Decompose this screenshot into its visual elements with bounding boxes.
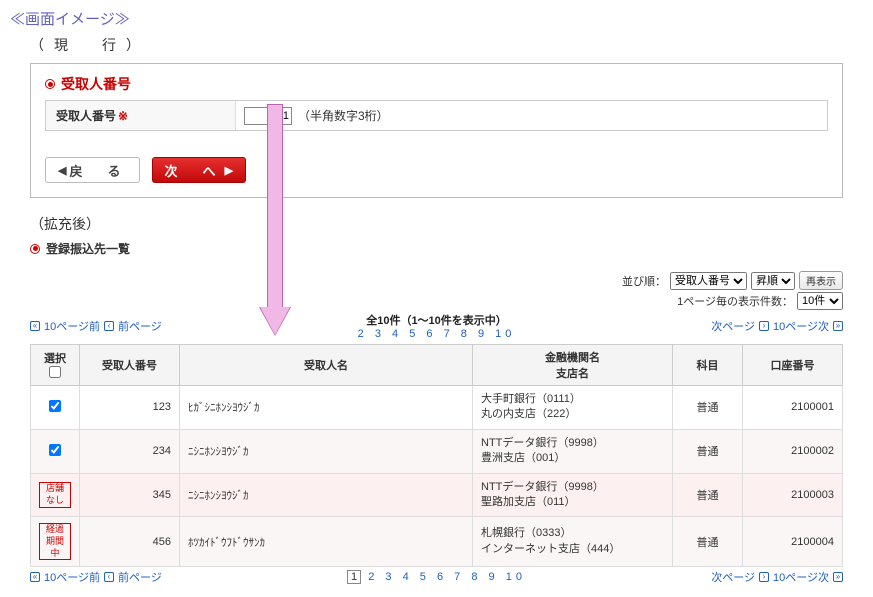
page-link[interactable]: 9: [489, 571, 499, 583]
col-name: 受取人名: [180, 345, 473, 386]
sort-order-select[interactable]: 昇順: [751, 272, 795, 290]
table-row: 経過期間中 456ﾎﾂｶｲﾄﾞｳﾌﾄﾞｳｻﾝｶ札幌銀行（0333）インターネット支…: [31, 517, 843, 567]
next10-link[interactable]: 10ページ次: [773, 569, 829, 585]
next-page-icon[interactable]: ›: [759, 572, 769, 582]
cell-bank: 大手町銀行（0111）丸の内支店（222）: [473, 386, 673, 430]
page-link[interactable]: 6: [426, 328, 436, 340]
radio-icon: [30, 244, 40, 254]
prev10-link[interactable]: 10ページ前: [44, 318, 100, 334]
cell-type: 普通: [673, 473, 743, 517]
subtitle-after: （拡充後）: [30, 214, 863, 234]
subtitle-current: （現 行）: [30, 35, 863, 55]
prev-link[interactable]: 前ページ: [118, 569, 162, 585]
recipients-table: 選択 受取人番号 受取人名 金融機関名 支店名 科目 口座番号 123ﾋｶﾞｼﾆ…: [30, 344, 843, 567]
page-title: ≪画面イメージ≫: [10, 8, 863, 29]
cell-type: 普通: [673, 517, 743, 567]
page-link[interactable]: 9: [478, 328, 488, 340]
prev-link[interactable]: 前ページ: [118, 318, 162, 334]
next-page-icon[interactable]: ›: [759, 321, 769, 331]
page-link[interactable]: 7: [454, 571, 464, 583]
reshow-button[interactable]: 再表示: [799, 271, 843, 290]
section-label: 受取人番号: [61, 74, 131, 94]
perpage-label: 1ページ毎の表示件数：: [677, 293, 793, 309]
cell-number: 234: [80, 429, 180, 473]
page-link[interactable]: 4: [403, 571, 413, 583]
cell-account: 2100002: [743, 429, 843, 473]
next-link[interactable]: 次ページ: [711, 318, 755, 334]
cell-type: 普通: [673, 429, 743, 473]
select-all-checkbox[interactable]: [49, 366, 61, 378]
cell-name: ﾎﾂｶｲﾄﾞｳﾌﾄﾞｳｻﾝｶ: [180, 517, 473, 567]
page-link[interactable]: 7: [444, 328, 454, 340]
cell-bank: 札幌銀行（0333）インターネット支店（444）: [473, 517, 673, 567]
cell-bank: NTTデータ銀行（9998）聖路加支店（011）: [473, 473, 673, 517]
arrow-right-icon: ▶: [222, 164, 234, 177]
col-select: 選択: [31, 345, 80, 386]
cell-account: 2100003: [743, 473, 843, 517]
cell-account: 2100004: [743, 517, 843, 567]
recipient-number-input[interactable]: [244, 107, 292, 125]
page-link[interactable]: 2: [358, 328, 368, 340]
sort-label: 並び順：: [622, 273, 666, 289]
prev-page-icon[interactable]: ‹: [104, 572, 114, 582]
page-link[interactable]: 3: [385, 571, 395, 583]
sort-field-select[interactable]: 受取人番号: [670, 272, 747, 290]
page-link[interactable]: 6: [437, 571, 447, 583]
prev10-link[interactable]: 10ページ前: [44, 569, 100, 585]
last-page-icon[interactable]: »: [833, 572, 843, 582]
page-link[interactable]: 8: [471, 571, 481, 583]
col-number: 受取人番号: [80, 345, 180, 386]
cell-bank: NTTデータ銀行（9998）豊洲支店（001）: [473, 429, 673, 473]
page-link[interactable]: 1: [347, 570, 361, 584]
required-mark: ※: [118, 109, 128, 123]
page-link[interactable]: 10: [495, 328, 515, 340]
page-link[interactable]: 8: [461, 328, 471, 340]
col-type: 科目: [673, 345, 743, 386]
next10-link[interactable]: 10ページ次: [773, 318, 829, 334]
radio-icon: [45, 79, 55, 89]
cell-account: 2100001: [743, 386, 843, 430]
row-checkbox[interactable]: [49, 444, 61, 456]
row-checkbox[interactable]: [49, 400, 61, 412]
list-heading: 登録振込先一覧: [46, 240, 130, 257]
input-hint: （半角数字3桁）: [298, 107, 389, 124]
col-bank: 金融機関名 支店名: [473, 345, 673, 386]
page-link[interactable]: 3: [375, 328, 385, 340]
first-page-icon[interactable]: «: [30, 572, 40, 582]
cell-number: 123: [80, 386, 180, 430]
first-page-icon[interactable]: «: [30, 321, 40, 331]
panel-current: 受取人番号 受取人番号※ （半角数字3桁） ◀ 戻 る 次 へ ▶: [30, 63, 843, 198]
table-row: 234ﾆｼﾆﾎﾝｼﾖｳｼﾞｶNTTデータ銀行（9998）豊洲支店（001）普通2…: [31, 429, 843, 473]
field-label: 受取人番号※: [46, 101, 236, 130]
arrow-left-icon: ◀: [58, 164, 70, 177]
count-text: 全10件（1～10件を表示中）: [162, 312, 711, 328]
perpage-select[interactable]: 10件: [797, 292, 843, 310]
last-page-icon[interactable]: »: [833, 321, 843, 331]
cell-number: 456: [80, 517, 180, 567]
next-link[interactable]: 次ページ: [711, 569, 755, 585]
cell-name: ﾆｼﾆﾎﾝｼﾖｳｼﾞｶ: [180, 429, 473, 473]
status-badge: 店舗なし: [39, 482, 71, 507]
page-link[interactable]: 4: [392, 328, 402, 340]
page-link[interactable]: 5: [409, 328, 419, 340]
status-badge: 経過期間中: [39, 523, 71, 560]
pager-bottom: « 10ページ前 ‹ 前ページ 1 2 3 4 5 6 7 8 9 10 次ペー…: [30, 569, 843, 585]
table-row: 123ﾋｶﾞｼﾆﾎﾝｼﾖｳｼﾞｶ大手町銀行（0111）丸の内支店（222）普通2…: [31, 386, 843, 430]
page-numbers-bottom[interactable]: 1 2 3 4 5 6 7 8 9 10: [162, 571, 711, 583]
pager-top: « 10ページ前 ‹ 前ページ 全10件（1～10件を表示中） 2 3 4 5 …: [30, 312, 843, 340]
prev-page-icon[interactable]: ‹: [104, 321, 114, 331]
cell-name: ﾆｼﾆﾎﾝｼﾖｳｼﾞｶ: [180, 473, 473, 517]
table-row: 店舗なし 345ﾆｼﾆﾎﾝｼﾖｳｼﾞｶNTTデータ銀行（9998）聖路加支店（01…: [31, 473, 843, 517]
page-link[interactable]: 2: [368, 571, 378, 583]
page-link[interactable]: 5: [420, 571, 430, 583]
col-account: 口座番号: [743, 345, 843, 386]
cell-type: 普通: [673, 386, 743, 430]
cell-name: ﾋｶﾞｼﾆﾎﾝｼﾖｳｼﾞｶ: [180, 386, 473, 430]
field-row: 受取人番号※ （半角数字3桁）: [45, 100, 828, 131]
next-button[interactable]: 次 へ ▶: [152, 157, 247, 183]
page-link[interactable]: 10: [506, 571, 526, 583]
back-button[interactable]: ◀ 戻 る: [45, 157, 140, 183]
cell-number: 345: [80, 473, 180, 517]
page-numbers-top[interactable]: 2 3 4 5 6 7 8 9 10: [162, 328, 711, 340]
